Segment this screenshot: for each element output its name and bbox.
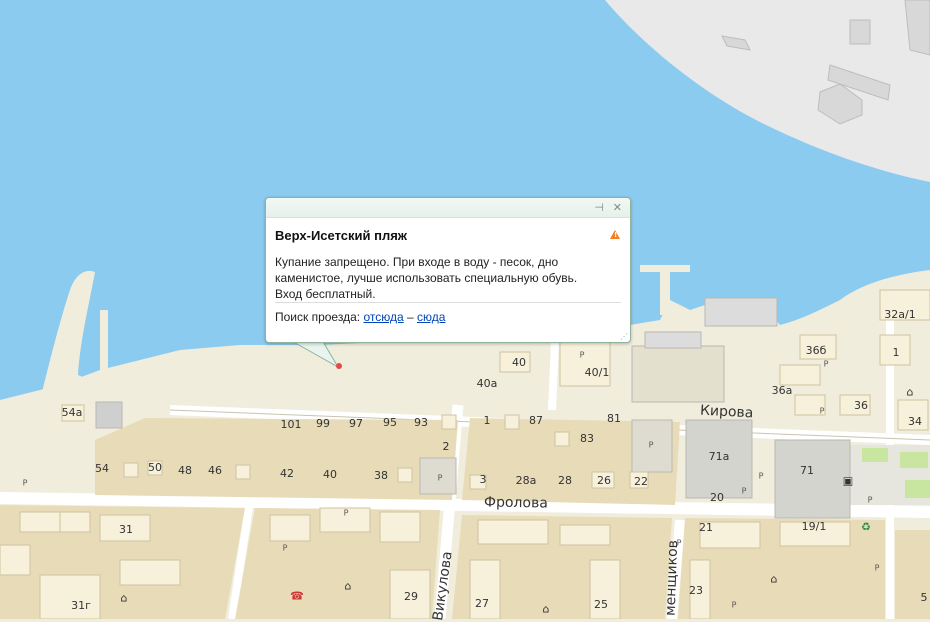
cafe-icon[interactable]: ⌂ <box>907 386 914 399</box>
house-number: 29 <box>404 590 418 603</box>
house-number: 40 <box>512 356 526 369</box>
parking-icon: P <box>437 473 443 483</box>
parking-icon: P <box>867 495 873 505</box>
house-number: 34 <box>908 415 922 428</box>
route-to-link[interactable]: сюда <box>417 310 445 324</box>
route-search: Поиск проезда: отсюда – сюда <box>275 310 445 324</box>
parking-icon: P <box>648 440 654 450</box>
house-number: 27 <box>475 597 489 610</box>
house-number: 3 <box>479 473 487 486</box>
house-number: 21 <box>699 521 713 534</box>
house-number: 71а <box>708 450 730 463</box>
house-number: 87 <box>529 414 543 427</box>
house-number: 28 <box>558 474 572 487</box>
house-number: 19/1 <box>801 520 827 533</box>
parking-icon: P <box>874 563 880 573</box>
house-number: 99 <box>316 417 330 430</box>
bank-icon[interactable]: ▣ <box>843 475 853 488</box>
close-icon[interactable]: ✕ <box>613 201 622 214</box>
street-kirova: Кирова <box>699 402 754 422</box>
cafe-icon[interactable]: ⌂ <box>121 592 128 605</box>
parking-icon: P <box>823 359 829 369</box>
house-number: 23 <box>689 584 703 597</box>
cafe-icon[interactable]: ⌂ <box>771 573 778 586</box>
resize-handle[interactable]: ⋰ <box>620 332 628 341</box>
warning-icon: ! <box>610 230 620 239</box>
house-number: 40а <box>476 377 498 390</box>
house-number: 5 <box>920 591 928 604</box>
route-label: Поиск проезда: <box>275 310 361 324</box>
balloon-divider <box>275 302 621 303</box>
house-number: 38 <box>374 469 388 482</box>
house-number: 36б <box>805 344 827 357</box>
house-number: 54 <box>95 462 109 475</box>
house-number: 40 <box>323 468 337 481</box>
house-number: 31г <box>71 599 91 612</box>
house-number: 32а/1 <box>884 308 916 321</box>
house-number: 54а <box>61 406 83 419</box>
house-number: 42 <box>280 467 294 480</box>
cafe-icon[interactable]: ⌂ <box>345 580 352 593</box>
parking-icon: P <box>741 486 747 496</box>
house-number: 25 <box>594 598 608 611</box>
route-from-link[interactable]: отсюда <box>363 310 403 324</box>
house-number: 31 <box>119 523 133 536</box>
info-balloon: ⊣ ✕ Верх-Исетский пляж ! Купание запреще… <box>265 197 631 343</box>
pier-post <box>100 310 108 370</box>
parking-icon: P <box>819 406 825 416</box>
balloon-title: Верх-Исетский пляж <box>275 228 408 243</box>
parking-icon: P <box>22 478 28 488</box>
house-number: 83 <box>580 432 594 445</box>
house-number: 22 <box>634 475 648 488</box>
pin-icon[interactable]: ⊣ <box>594 201 604 214</box>
house-number: 1 <box>483 414 491 427</box>
parking-icon: P <box>676 538 682 548</box>
house-number: 48 <box>178 464 192 477</box>
parking-icon: P <box>758 471 764 481</box>
recycle-icon[interactable]: ♻ <box>861 521 871 534</box>
house-number: 36а <box>771 384 793 397</box>
street-kamentsikov: менщиков <box>662 539 682 617</box>
parking-icon: P <box>579 350 585 360</box>
house-number: 40/1 <box>584 366 610 379</box>
house-number: 101 <box>280 418 302 431</box>
beach-marker[interactable] <box>336 363 342 369</box>
house-number: 50 <box>148 461 162 474</box>
house-number: 97 <box>349 417 363 430</box>
parking-icon: P <box>282 543 288 553</box>
house-number: 26 <box>597 474 611 487</box>
street-frolova: Фролова <box>483 494 548 512</box>
house-number: 93 <box>414 416 428 429</box>
parking-icon: P <box>343 508 349 518</box>
house-number: 36 <box>854 399 868 412</box>
cafe-icon[interactable]: ⌂ <box>543 603 550 616</box>
house-number: 95 <box>383 416 397 429</box>
house-number: 71 <box>800 464 814 477</box>
phone-icon[interactable]: ☎ <box>290 590 304 603</box>
house-number: 2 <box>442 440 450 453</box>
house-number: 1 <box>892 346 900 359</box>
house-number: 46 <box>208 464 222 477</box>
house-number: 20 <box>710 491 724 504</box>
balloon-header <box>266 198 630 218</box>
route-separator: – <box>406 310 414 324</box>
balloon-description: Купание запрещено. При входе в воду - пе… <box>275 255 578 301</box>
parking-icon: P <box>731 600 737 610</box>
house-number: 28а <box>515 474 537 487</box>
house-number: 81 <box>607 412 621 425</box>
